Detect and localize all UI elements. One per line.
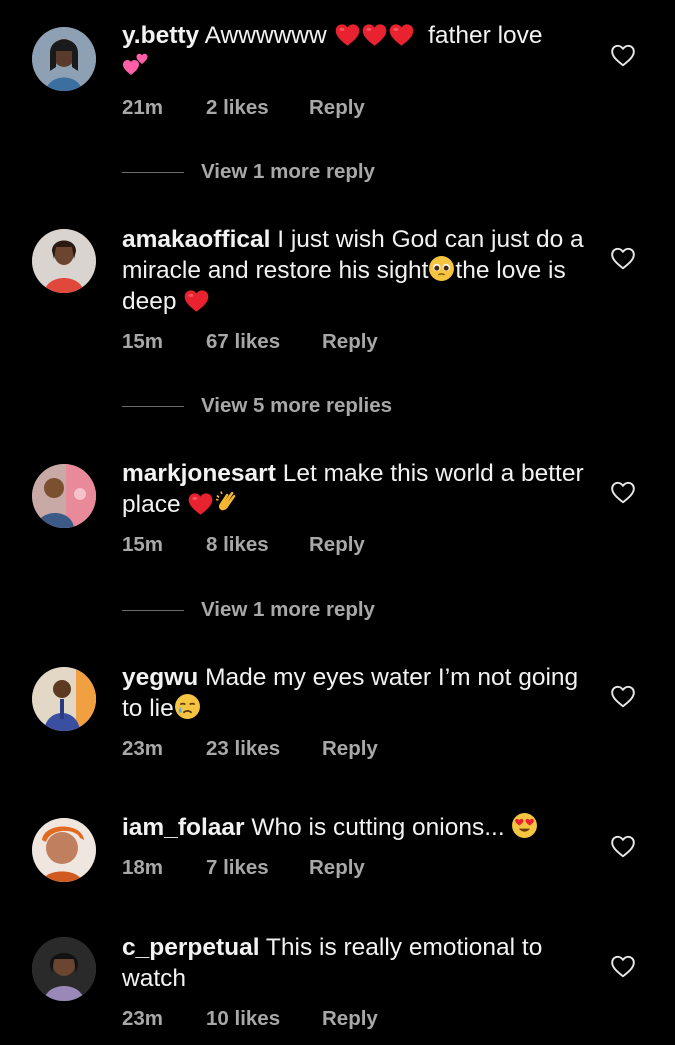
view-more-replies[interactable]: View 5 more replies — [122, 394, 392, 418]
heart-outline-icon[interactable] — [610, 246, 636, 270]
heart-outline-icon[interactable] — [610, 954, 636, 978]
red-heart-icon — [388, 22, 415, 47]
avatar[interactable] — [32, 229, 96, 293]
comment-time: 23m — [122, 737, 164, 760]
divider — [122, 610, 184, 612]
clapping-hands-icon — [216, 491, 236, 511]
heart-outline-icon[interactable] — [610, 480, 636, 504]
view-more-replies[interactable]: View 1 more reply — [122, 598, 375, 622]
reply-button[interactable]: Reply — [309, 533, 365, 557]
view-more-replies-label: View 5 more replies — [201, 394, 393, 417]
comment-text: yegwu Made my eyes water I’m not going t… — [122, 662, 592, 724]
reply-button[interactable]: Reply — [309, 96, 365, 120]
comment-meta: 21m 2 likes Reply — [122, 96, 365, 120]
comment-username[interactable]: yegwu — [122, 664, 198, 691]
red-heart-icon — [334, 22, 361, 47]
avatar[interactable] — [32, 667, 96, 731]
comment-likes[interactable]: 7 likes — [206, 856, 309, 880]
avatar[interactable] — [32, 937, 96, 1001]
comment-text: y.betty Awwwwww father love — [122, 20, 592, 82]
reply-button[interactable]: Reply — [322, 330, 378, 354]
view-more-replies-label: View 1 more reply — [201, 160, 375, 183]
view-more-replies[interactable]: View 1 more reply — [122, 160, 375, 184]
comment-likes[interactable]: 2 likes — [206, 96, 309, 120]
avatar[interactable] — [32, 818, 96, 882]
comment-meta: 15m 8 likes Reply — [122, 533, 365, 557]
comment-meta: 23m 10 likes Reply — [122, 1007, 378, 1031]
pleading-face-icon — [429, 256, 455, 281]
divider — [122, 172, 184, 174]
comment-likes[interactable]: 10 likes — [206, 1007, 322, 1031]
red-heart-icon — [183, 288, 210, 313]
comment-likes[interactable]: 23 likes — [206, 737, 322, 761]
comment-text: iam_folaar Who is cutting onions... — [122, 812, 592, 843]
reply-button[interactable]: Reply — [309, 856, 365, 880]
heart-eyes-icon — [512, 813, 538, 838]
comment-time: 18m — [122, 856, 164, 879]
comment-username[interactable]: markjonesart — [122, 460, 276, 487]
comment-likes[interactable]: 67 likes — [206, 330, 322, 354]
comment-body: Who is cutting onions... — [251, 814, 505, 841]
avatar[interactable] — [32, 464, 96, 528]
comment-body: Awwwwww — [204, 22, 327, 49]
comment-text: c_perpetual This is really emotional to … — [122, 932, 592, 994]
divider — [122, 406, 184, 408]
reply-button[interactable]: Reply — [322, 1007, 378, 1031]
comment-meta: 15m 67 likes Reply — [122, 330, 378, 354]
heart-outline-icon[interactable] — [610, 684, 636, 708]
crying-face-icon — [174, 694, 200, 719]
comment-username[interactable]: y.betty — [122, 22, 199, 49]
heart-outline-icon[interactable] — [610, 834, 636, 858]
reply-button[interactable]: Reply — [322, 737, 378, 761]
comment-likes[interactable]: 8 likes — [206, 533, 309, 557]
comment-text: markjonesart Let make this world a bette… — [122, 458, 592, 520]
comment-body-end: father love — [428, 22, 543, 49]
comment-time: 15m — [122, 330, 164, 353]
red-heart-icon — [361, 22, 388, 47]
two-hearts-icon — [123, 53, 148, 75]
comment-time: 15m — [122, 533, 164, 556]
red-heart-icon — [187, 491, 214, 516]
comment-text: amakaoffical I just wish God can just do… — [122, 224, 592, 317]
comment-username[interactable]: amakaoffical — [122, 226, 270, 253]
comment-time: 23m — [122, 1007, 164, 1030]
comment-username[interactable]: iam_folaar — [122, 814, 245, 841]
view-more-replies-label: View 1 more reply — [201, 598, 375, 621]
comment-time: 21m — [122, 96, 164, 119]
comment-meta: 23m 23 likes Reply — [122, 737, 378, 761]
heart-outline-icon[interactable] — [610, 43, 636, 67]
comment-username[interactable]: c_perpetual — [122, 934, 260, 961]
avatar[interactable] — [32, 27, 96, 91]
comment-meta: 18m 7 likes Reply — [122, 856, 365, 880]
